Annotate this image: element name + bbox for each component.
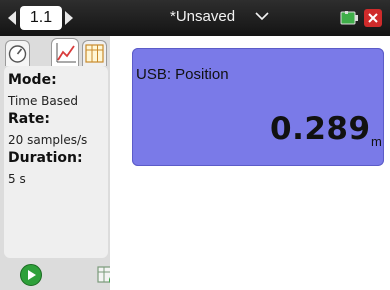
graph-view-tab[interactable] — [51, 38, 79, 68]
document-title[interactable]: *Unsaved — [170, 8, 235, 25]
top-bar: 1.1 *Unsaved — [0, 0, 390, 36]
chevron-down-icon[interactable] — [255, 11, 269, 21]
sensor-reading: 0.289 — [270, 111, 371, 147]
collection-settings-panel[interactable]: Mode: Time Based Rate: 20 samples/s Dura… — [4, 66, 108, 258]
battery-icon — [340, 11, 358, 25]
duration-value: 5 s — [8, 172, 26, 186]
next-page-arrow-icon[interactable] — [65, 11, 73, 25]
previous-page-arrow-icon[interactable] — [8, 11, 16, 25]
sensor-label: USB: Position — [136, 66, 229, 83]
graph-icon — [56, 43, 76, 63]
meter-icon — [8, 45, 27, 63]
page-tab[interactable]: 1.1 — [20, 6, 62, 30]
meter-view-tab[interactable] — [5, 40, 30, 66]
start-collection-button[interactable] — [20, 264, 42, 286]
close-icon[interactable] — [364, 9, 382, 27]
duration-label: Duration: — [8, 150, 83, 166]
rate-value: 20 samples/s — [8, 133, 88, 147]
table-view-tab[interactable] — [82, 40, 107, 66]
sensor-unit: m — [371, 134, 382, 149]
rate-label: Rate: — [8, 111, 51, 127]
mode-label: Mode: — [8, 72, 57, 88]
mode-value: Time Based — [8, 94, 79, 108]
table-icon — [85, 44, 104, 63]
